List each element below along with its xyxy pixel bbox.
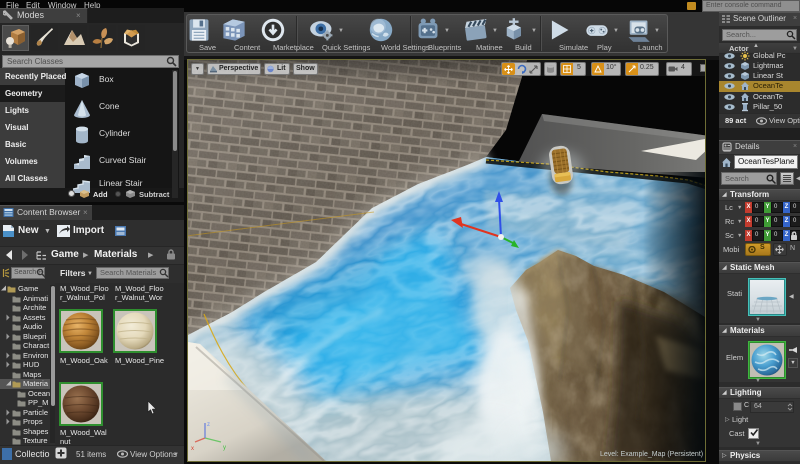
svg-text:y: y [223, 445, 226, 451]
svg-text:z: z [207, 422, 210, 428]
svg-text:Level: Example_Map (Persisten: Level: Example_Map (Persistent) [600, 451, 703, 458]
svg-text:x: x [191, 446, 194, 452]
